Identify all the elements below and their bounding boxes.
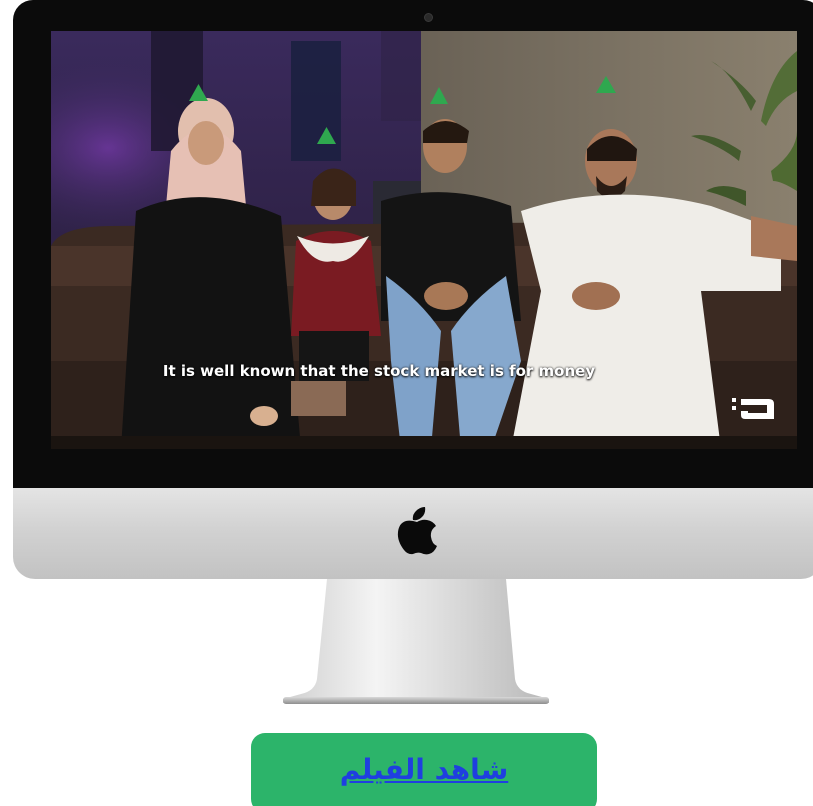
watch-film-button[interactable]: شاهد الفيلم: [251, 733, 597, 806]
subtitle-text: It is well known that the stock market i…: [162, 362, 596, 380]
page: It is well known that the stock market i…: [0, 0, 813, 806]
video-subtitle: It is well known that the stock market i…: [51, 362, 797, 380]
channel-logo-icon: [732, 398, 774, 419]
watch-film-label[interactable]: شاهد الفيلم: [251, 753, 597, 786]
video-player[interactable]: It is well known that the stock market i…: [51, 31, 797, 449]
video-frame: [51, 31, 797, 449]
imac-stand: [283, 579, 549, 704]
apple-logo-icon: [397, 507, 437, 555]
camera-icon: [424, 13, 433, 22]
